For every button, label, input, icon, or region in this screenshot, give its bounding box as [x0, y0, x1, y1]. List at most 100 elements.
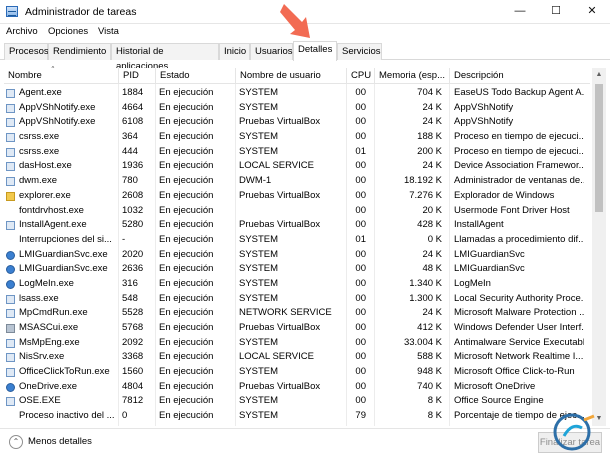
- chevron-up-icon[interactable]: ⌃: [9, 435, 23, 449]
- tab-detalles[interactable]: Detalles: [293, 41, 337, 61]
- process-cpu: 01: [355, 145, 366, 157]
- process-name: AppVShNotify.exe: [19, 101, 96, 113]
- table-row[interactable]: InstallAgent.exe 5280 En ejecución Pruebas …: [4, 218, 590, 233]
- table-row[interactable]: MsMpEng.exe 2092 En ejecución SYSTEM 00 33.00…: [4, 336, 590, 351]
- process-user: SYSTEM: [239, 395, 279, 407]
- column-header-descripcion[interactable]: Descripción: [449, 68, 590, 84]
- table-row[interactable]: AppVShNotify.exe 4664 En ejecución SYSTEM 00…: [4, 101, 590, 116]
- process-status: En ejecución: [159, 366, 214, 378]
- process-name: NisSrv.exe: [19, 351, 65, 363]
- table-row[interactable]: csrss.exe 364 En ejecución SYSTEM 00 188 K Pro…: [4, 130, 590, 145]
- process-name: lsass.exe: [19, 292, 59, 304]
- menu-archivo[interactable]: Archivo: [6, 26, 38, 37]
- process-memory: 588 K: [417, 351, 442, 363]
- scroll-up-icon[interactable]: ▲: [592, 68, 606, 82]
- menu-vista[interactable]: Vista: [98, 26, 119, 37]
- process-user: Pruebas VirtualBox: [239, 219, 321, 231]
- process-name: MsMpEng.exe: [19, 336, 80, 348]
- tab-procesos[interactable]: Procesos: [4, 43, 49, 60]
- process-status: En ejecución: [159, 131, 214, 143]
- process-name: InstallAgent.exe: [19, 219, 87, 231]
- column-header-usuario[interactable]: Nombre de usuario: [235, 68, 346, 84]
- table-row[interactable]: MpCmdRun.exe 5528 En ejecución NETWORK SERV…: [4, 306, 590, 321]
- process-user: SYSTEM: [239, 131, 279, 143]
- process-user: NETWORK SERVICE: [239, 307, 332, 319]
- process-user: SYSTEM: [239, 248, 279, 260]
- process-name: Agent.exe: [19, 87, 62, 98]
- vertical-scrollbar[interactable]: ▲ ▼: [592, 68, 606, 426]
- column-header-cpu[interactable]: CPU: [346, 68, 374, 84]
- column-header-pid[interactable]: PID: [118, 68, 155, 84]
- table-row[interactable]: LogMeIn.exe 316 En ejecución SYSTEM 00 1.340 …: [4, 277, 590, 292]
- process-name: dasHost.exe: [19, 160, 72, 172]
- menu-opciones[interactable]: Opciones: [48, 26, 88, 37]
- minimize-button[interactable]: —: [502, 0, 538, 22]
- tab-historial[interactable]: Historial de aplicaciones: [111, 43, 219, 72]
- tab-rendimiento[interactable]: Rendimiento: [48, 43, 111, 60]
- process-memory: 8 K: [427, 410, 442, 422]
- less-details-link[interactable]: Menos detalles: [28, 436, 92, 447]
- table-row[interactable]: Agent.exe 1884 En ejecución SYSTEM 00 704 K Ea…: [4, 86, 590, 101]
- table-row[interactable]: NisSrv.exe 3368 En ejecución LOCAL SERVICE 0…: [4, 350, 590, 365]
- process-cpu: 79: [355, 410, 366, 422]
- table-row[interactable]: explorer.exe 2608 En ejecución Pruebas Virt…: [4, 189, 590, 204]
- process-name: dwm.exe: [19, 175, 58, 187]
- process-memory: 412 K: [417, 322, 442, 333]
- process-status: En ejecución: [159, 322, 214, 333]
- process-cpu: 00: [355, 380, 366, 392]
- process-user: SYSTEM: [239, 145, 279, 157]
- process-description: InstallAgent: [454, 219, 504, 231]
- table-row[interactable]: csrss.exe 444 En ejecución SYSTEM 01 200 K Pro…: [4, 145, 590, 160]
- process-user: SYSTEM: [239, 410, 279, 422]
- process-name: LMIGuardianSvc.exe: [19, 263, 108, 275]
- table-row[interactable]: dwm.exe 780 En ejecución DWM-1 00 18.192 K Adm…: [4, 174, 590, 189]
- process-name: MpCmdRun.exe: [19, 307, 88, 319]
- process-pid: 2608: [122, 189, 144, 201]
- process-memory: 24 K: [422, 160, 442, 172]
- table-row[interactable]: OSE.EXE 7812 En ejecución SYSTEM 00 8 K Office…: [4, 394, 590, 409]
- process-description: Administrador de ventanas de...: [454, 175, 584, 187]
- process-status: En ejecución: [159, 292, 214, 304]
- close-button[interactable]: ✕: [574, 0, 610, 22]
- table-row[interactable]: lsass.exe 548 En ejecución SYSTEM 00 1.300 K L…: [4, 292, 590, 307]
- column-header-memoria[interactable]: Memoria (esp...: [374, 68, 449, 84]
- process-user: SYSTEM: [239, 366, 279, 378]
- table-row[interactable]: LMIGuardianSvc.exe 2636 En ejecución SYSTEM…: [4, 262, 590, 277]
- process-cpu: 00: [355, 116, 366, 128]
- process-status: En ejecución: [159, 219, 214, 231]
- process-user: SYSTEM: [239, 87, 279, 98]
- process-status: En ejecución: [159, 263, 214, 275]
- process-pid: 1560: [122, 366, 144, 378]
- process-description: Proceso en tiempo de ejecuci...: [454, 131, 584, 143]
- process-status: En ejecución: [159, 189, 214, 201]
- table-row[interactable]: OfficeClickToRun.exe 1560 En ejecución SYST…: [4, 365, 590, 380]
- process-pid: 4664: [122, 101, 144, 113]
- process-cpu: 00: [355, 366, 366, 378]
- table-row[interactable]: OneDrive.exe 4804 En ejecución Pruebas Virt…: [4, 380, 590, 395]
- table-row[interactable]: fontdrvhost.exe 1032 En ejecución 00 20 K Use…: [4, 204, 590, 219]
- tab-inicio[interactable]: Inicio: [219, 43, 250, 60]
- table-row[interactable]: Interrupciones del si... - En ejecución SYS…: [4, 233, 590, 248]
- process-memory: 7.276 K: [409, 189, 442, 201]
- process-name: AppVShNotify.exe: [19, 116, 96, 128]
- process-cpu: 00: [355, 219, 366, 231]
- table-row[interactable]: LMIGuardianSvc.exe 2020 En ejecución SYSTEM…: [4, 248, 590, 263]
- table-row[interactable]: MSASCui.exe 5768 En ejecución Pruebas Virtu…: [4, 321, 590, 336]
- table-row[interactable]: dasHost.exe 1936 En ejecución LOCAL SERVICE…: [4, 159, 590, 174]
- process-user: Pruebas VirtualBox: [239, 189, 321, 201]
- scroll-thumb[interactable]: [595, 84, 603, 212]
- tab-servicios[interactable]: Servicios: [337, 43, 382, 60]
- process-user: SYSTEM: [239, 101, 279, 113]
- process-description: Microsoft Network Realtime I...: [454, 351, 584, 363]
- process-description: LogMeIn: [454, 277, 491, 289]
- maximize-button[interactable]: ☐: [538, 0, 574, 22]
- tab-usuarios[interactable]: Usuarios: [250, 43, 293, 60]
- process-memory: 704 K: [417, 87, 442, 98]
- table-row[interactable]: AppVShNotify.exe 6108 En ejecución Pruebas …: [4, 115, 590, 130]
- column-header-estado[interactable]: Estado: [155, 68, 235, 84]
- process-user: SYSTEM: [239, 277, 279, 289]
- column-header-nombre[interactable]: Nombre: [4, 68, 118, 84]
- process-pid: 0: [122, 410, 128, 422]
- table-row[interactable]: Proceso inactivo del ... 0 En ejecución SYS…: [4, 409, 590, 424]
- table-header: Nombre PID Estado Nombre de usuario CPU …: [4, 68, 590, 84]
